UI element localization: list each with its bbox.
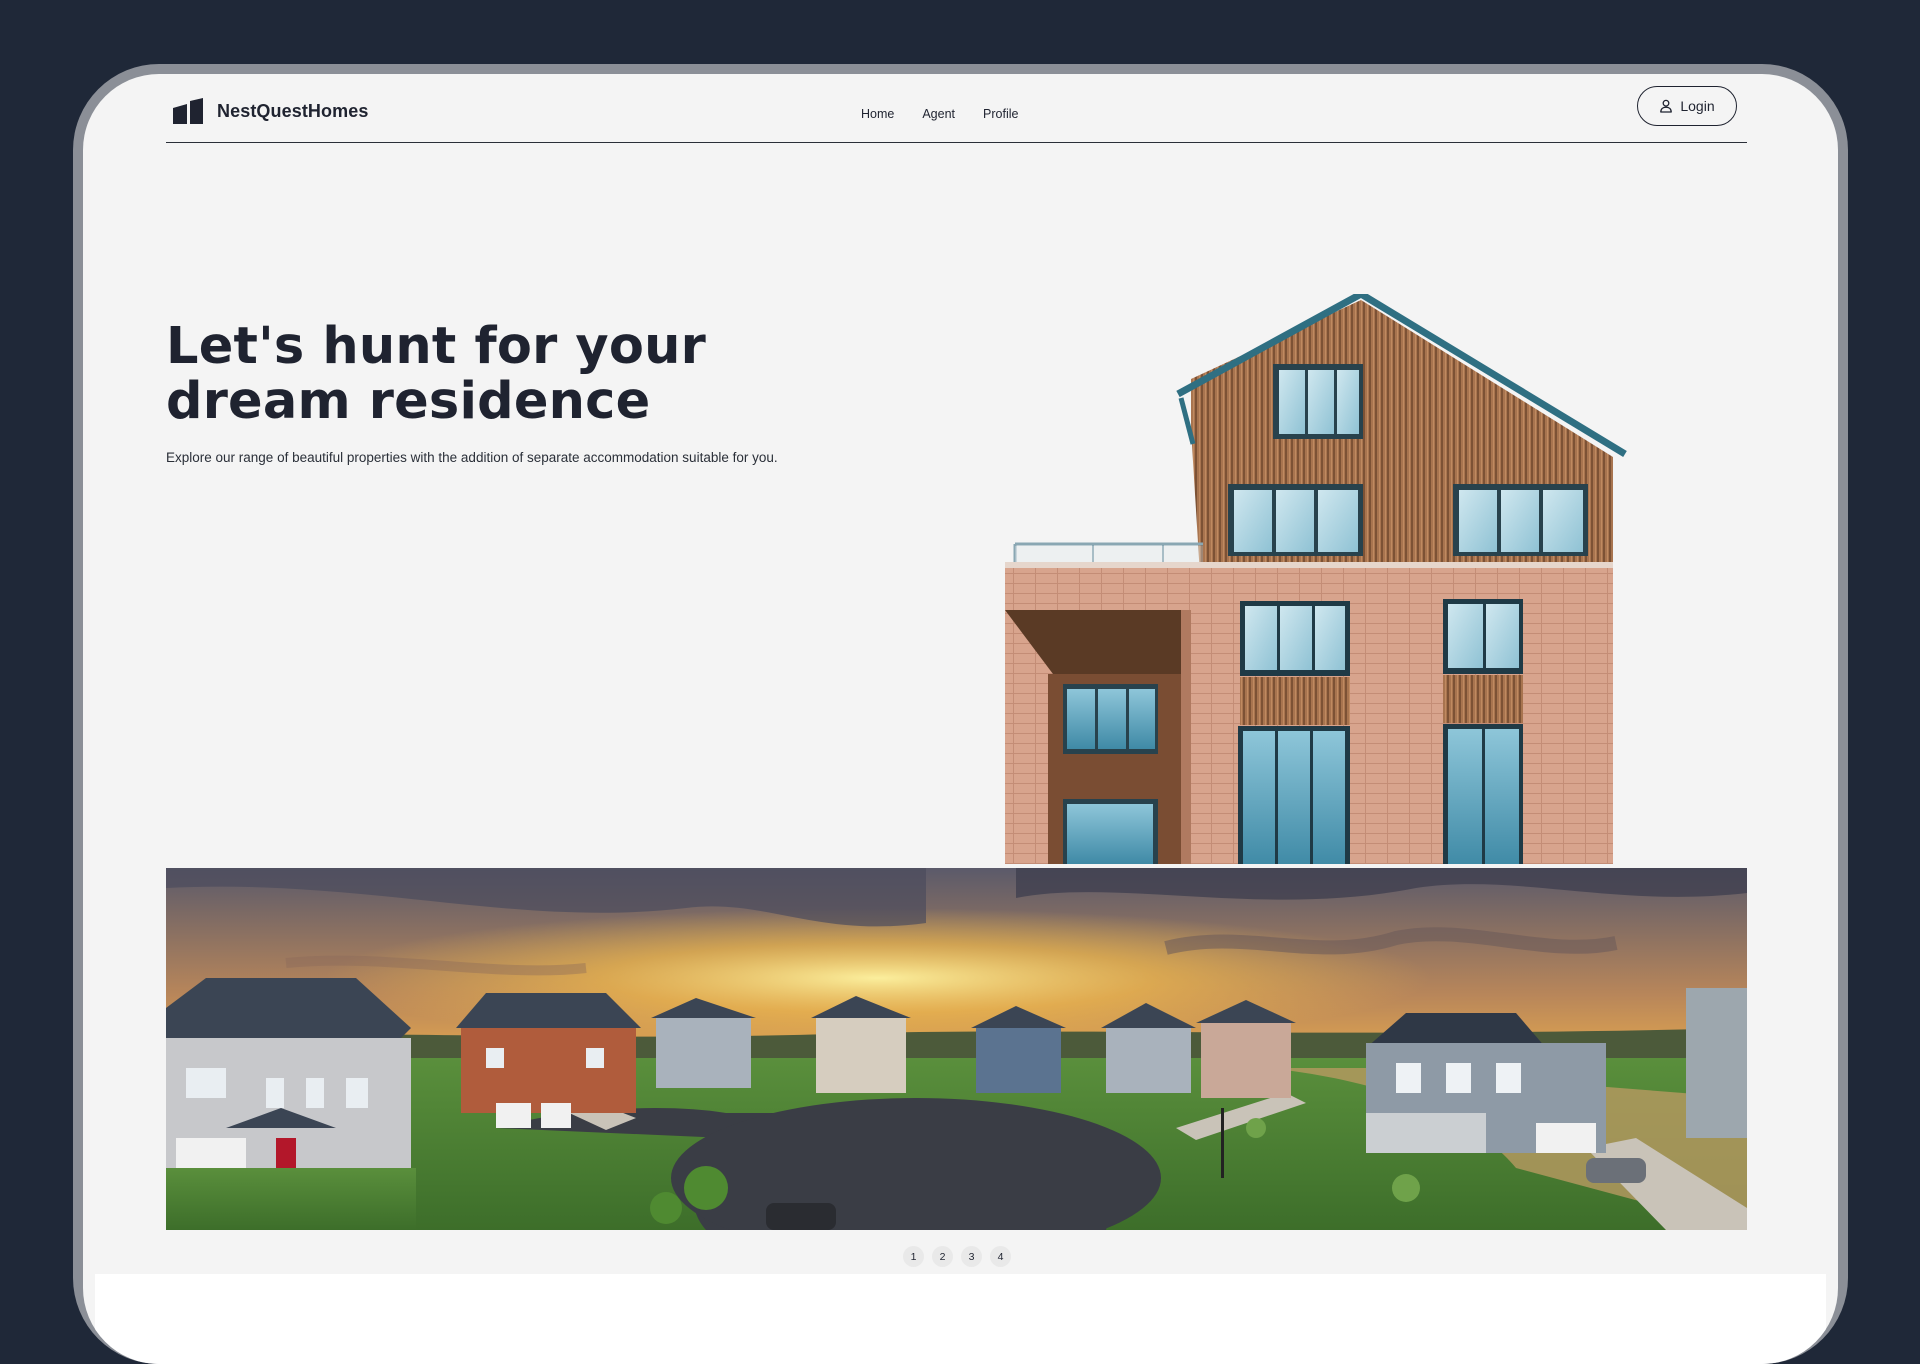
nav-home-link[interactable]: Home [861,107,894,121]
device-frame: NestQuestHomes Home Agent Profile Login … [73,64,1848,1364]
page-button-1[interactable]: 1 [903,1246,924,1267]
user-icon [1660,99,1673,113]
next-section-panel [95,1274,1826,1364]
hero-title: Let's hunt for your dream residence [166,317,706,431]
nav-profile-link[interactable]: Profile [983,107,1018,121]
nav-agent-link[interactable]: Agent [922,107,955,121]
page-button-3[interactable]: 3 [961,1246,982,1267]
hero-building-image [1005,294,1627,864]
hero-subtitle: Explore our range of beautiful propertie… [166,450,778,465]
main-nav: Home Agent Profile [861,107,1018,121]
carousel-pagination: 1 2 3 4 [903,1246,1011,1267]
brand-name: NestQuestHomes [217,100,369,121]
page-button-2[interactable]: 2 [932,1246,953,1267]
login-label: Login [1680,98,1715,114]
page-button-4[interactable]: 4 [990,1246,1011,1267]
login-button[interactable]: Login [1637,86,1737,126]
brand[interactable]: NestQuestHomes [173,98,368,124]
site-header: NestQuestHomes Home Agent Profile Login [166,74,1747,143]
neighborhood-banner-image [166,868,1747,1230]
app-screen: NestQuestHomes Home Agent Profile Login … [83,74,1838,1364]
building-logo-icon [173,98,203,124]
